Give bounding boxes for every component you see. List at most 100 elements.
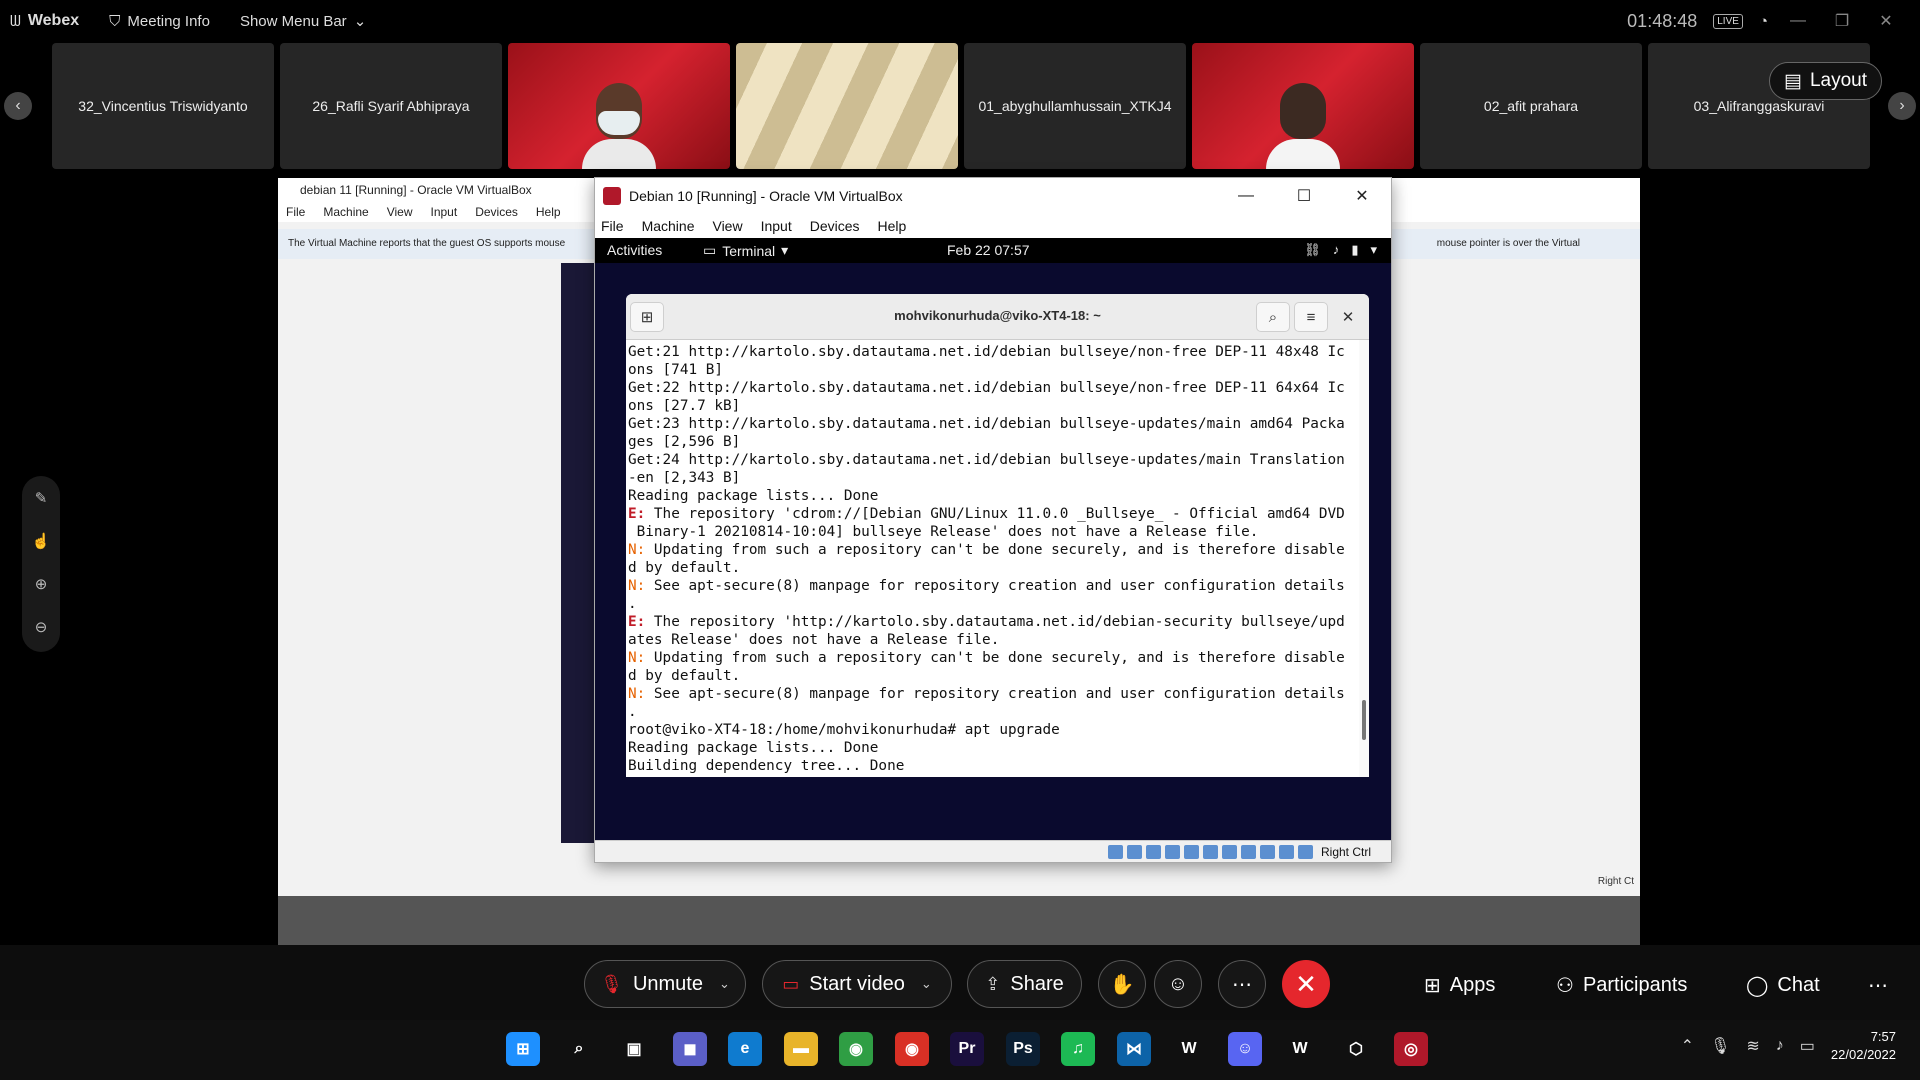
recording-icon[interactable] bbox=[1241, 845, 1256, 859]
vm11-menu-help[interactable]: Help bbox=[536, 205, 561, 219]
participant-video-tile[interactable] bbox=[736, 43, 958, 169]
terminal-output[interactable]: Get:21 http://kartolo.sby.datautama.net.… bbox=[626, 340, 1358, 777]
share-button[interactable]: ⇪ Share bbox=[967, 960, 1082, 1008]
participant-tile[interactable]: 01_abyghullamhussain_XTKJ4 bbox=[964, 43, 1186, 169]
taskbar-chrome-icon[interactable]: ◉ bbox=[895, 1032, 929, 1066]
vbox-minimize-button[interactable]: — bbox=[1217, 178, 1275, 214]
terminal-scrollbar[interactable] bbox=[1359, 340, 1369, 777]
taskbar-virtualbox-icon[interactable]: ◎ bbox=[1394, 1032, 1428, 1066]
raise-hand-button[interactable]: ✋ bbox=[1098, 960, 1146, 1008]
participant-video-tile[interactable] bbox=[1192, 43, 1414, 169]
mouse-integration-icon[interactable] bbox=[1279, 845, 1294, 859]
vm11-menu-machine[interactable]: Machine bbox=[323, 205, 368, 219]
reactions-button[interactable]: ☺ bbox=[1154, 960, 1202, 1008]
layout-button[interactable]: ▤ Layout bbox=[1769, 62, 1882, 100]
taskbar-edge-icon[interactable]: e bbox=[728, 1032, 762, 1066]
vbox-menu-devices[interactable]: Devices bbox=[810, 218, 860, 234]
vm11-menu-view[interactable]: View bbox=[387, 205, 413, 219]
taskbar-spotify-icon[interactable]: ♫ bbox=[1061, 1032, 1095, 1066]
vm11-menu-devices[interactable]: Devices bbox=[475, 205, 518, 219]
vm11-notice-text-right: mouse pointer is over the Virtual bbox=[1436, 238, 1580, 249]
vbox-menu-help[interactable]: Help bbox=[878, 218, 907, 234]
taskbar-task-view-icon[interactable]: ▣ bbox=[617, 1032, 651, 1066]
webex-title-bar: ᗯ Webex ⛉ Meeting Info Show Menu Bar ⌄ 0… bbox=[0, 0, 1920, 42]
annotate-pen-icon[interactable]: ✎ bbox=[22, 476, 60, 519]
restore-button[interactable]: ❐ bbox=[1828, 11, 1856, 31]
taskbar-search-icon[interactable]: ⌕ bbox=[562, 1032, 596, 1066]
gnome-clock[interactable]: Feb 22 07:57 bbox=[947, 242, 1030, 258]
zoom-out-icon[interactable]: ⊖ bbox=[22, 605, 60, 648]
search-icon[interactable]: ⌕ bbox=[1256, 302, 1290, 332]
leave-meeting-button[interactable]: ✕ bbox=[1282, 960, 1330, 1008]
strip-next-arrow-icon[interactable]: › bbox=[1888, 92, 1916, 120]
chevron-up-icon[interactable]: ⌃ bbox=[1681, 1036, 1694, 1056]
vbox-menu-view[interactable]: View bbox=[712, 218, 742, 234]
terminal-line: ates Release' does not have a Release fi… bbox=[628, 631, 1356, 649]
participant-tile[interactable]: 32_Vincentius Triswidyanto bbox=[52, 43, 274, 169]
more-button[interactable]: ⋯ bbox=[1868, 973, 1888, 998]
show-menu-bar-button[interactable]: Show Menu Bar ⌄ bbox=[240, 12, 366, 31]
taskbar-start-icon[interactable]: ⊞ bbox=[506, 1032, 540, 1066]
strip-prev-arrow-icon[interactable]: ‹ bbox=[4, 92, 32, 120]
apps-button[interactable]: ⊞ Apps bbox=[1424, 973, 1495, 998]
scrollbar-thumb[interactable] bbox=[1362, 700, 1366, 740]
microphone-icon[interactable]: 🎙 bbox=[1710, 1036, 1730, 1056]
participants-button[interactable]: ⚇ Participants bbox=[1556, 973, 1687, 998]
taskbar-teams-icon[interactable]: ◼ bbox=[673, 1032, 707, 1066]
chevron-down-icon[interactable]: ⌄ bbox=[921, 976, 932, 992]
terminal-app-menu[interactable]: ▭ Terminal ▾ bbox=[703, 242, 788, 259]
usb-icon[interactable] bbox=[1184, 845, 1199, 859]
taskbar-virtualbox-3d-icon[interactable]: ⬡ bbox=[1339, 1032, 1373, 1066]
participant-video-tile[interactable] bbox=[508, 43, 730, 169]
taskbar-webex-icon[interactable]: W bbox=[1172, 1032, 1206, 1066]
network-stats-icon[interactable]: ◔ bbox=[1759, 13, 1768, 30]
volume-icon[interactable]: ♪ bbox=[1333, 242, 1340, 258]
taskbar-file-explorer-icon[interactable]: ▬ bbox=[784, 1032, 818, 1066]
speaker-icon[interactable]: ♪ bbox=[1776, 1037, 1784, 1055]
unmute-button[interactable]: 🎙 Unmute ⌄ bbox=[584, 960, 746, 1008]
zoom-in-icon[interactable]: ⊕ bbox=[22, 562, 60, 605]
taskbar-photoshop-icon[interactable]: Ps bbox=[1006, 1032, 1040, 1066]
vm11-menu-input[interactable]: Input bbox=[431, 205, 458, 219]
start-video-button[interactable]: ▭ Start video ⌄ bbox=[762, 960, 952, 1008]
meeting-info-button[interactable]: ⛉ Meeting Info bbox=[109, 13, 210, 30]
taskbar-webex-meetings-icon[interactable]: W bbox=[1283, 1032, 1317, 1066]
optical-drive-icon[interactable] bbox=[1127, 845, 1142, 859]
hamburger-menu-icon[interactable]: ≡ bbox=[1294, 302, 1328, 332]
vbox-menu-file[interactable]: File bbox=[601, 218, 624, 234]
more-options-button[interactable]: ⋯ bbox=[1218, 960, 1266, 1008]
taskbar-chrome-profile-m-icon[interactable]: ◉ bbox=[839, 1032, 873, 1066]
vbox-menu-machine[interactable]: Machine bbox=[642, 218, 695, 234]
vm11-menu-file[interactable]: File bbox=[286, 205, 305, 219]
close-icon[interactable]: ✕ bbox=[1331, 302, 1365, 332]
chevron-down-icon[interactable]: ⌄ bbox=[719, 976, 730, 992]
keyboard-icon[interactable] bbox=[1298, 845, 1313, 859]
wifi-icon[interactable]: ≋ bbox=[1746, 1036, 1759, 1056]
vbox-menu-input[interactable]: Input bbox=[761, 218, 792, 234]
hdd-icon[interactable] bbox=[1108, 845, 1123, 859]
activities-button[interactable]: Activities bbox=[607, 242, 662, 258]
participant-tile[interactable]: 26_Rafli Syarif Abhipraya bbox=[280, 43, 502, 169]
remote-control-icon[interactable]: ☝ bbox=[22, 519, 60, 562]
close-button[interactable]: ✕ bbox=[1872, 11, 1900, 31]
cpu-icon[interactable] bbox=[1260, 845, 1275, 859]
vbox-close-button[interactable]: ✕ bbox=[1333, 178, 1391, 214]
battery-icon[interactable]: ▭ bbox=[1800, 1036, 1815, 1056]
chat-button[interactable]: ◯ Chat bbox=[1746, 973, 1820, 998]
display-icon[interactable] bbox=[1222, 845, 1237, 859]
network-icon[interactable]: ⛓ bbox=[1304, 242, 1321, 258]
webex-app-menu[interactable]: ᗯ Webex bbox=[10, 12, 79, 30]
participant-tile[interactable]: 02_afit prahara bbox=[1420, 43, 1642, 169]
taskbar-premiere-pro-icon[interactable]: Pr bbox=[950, 1032, 984, 1066]
vbox-maximize-button[interactable]: ☐ bbox=[1275, 178, 1333, 214]
system-menu-caret-icon[interactable]: ▾ bbox=[1370, 242, 1377, 258]
shared-folder-icon[interactable] bbox=[1203, 845, 1218, 859]
battery-icon[interactable]: ▮ bbox=[1351, 242, 1358, 258]
audio-icon[interactable] bbox=[1146, 845, 1161, 859]
guest-display[interactable]: Activities ▭ Terminal ▾ Feb 22 07:57 ⛓ ♪… bbox=[595, 238, 1391, 840]
minimize-button[interactable]: — bbox=[1784, 12, 1812, 30]
taskbar-clock[interactable]: 7:57 22/02/2022 bbox=[1831, 1028, 1896, 1064]
taskbar-discord-icon[interactable]: ☺ bbox=[1228, 1032, 1262, 1066]
network-adapter-icon[interactable] bbox=[1165, 845, 1180, 859]
taskbar-vscode-icon[interactable]: ⋈ bbox=[1117, 1032, 1151, 1066]
